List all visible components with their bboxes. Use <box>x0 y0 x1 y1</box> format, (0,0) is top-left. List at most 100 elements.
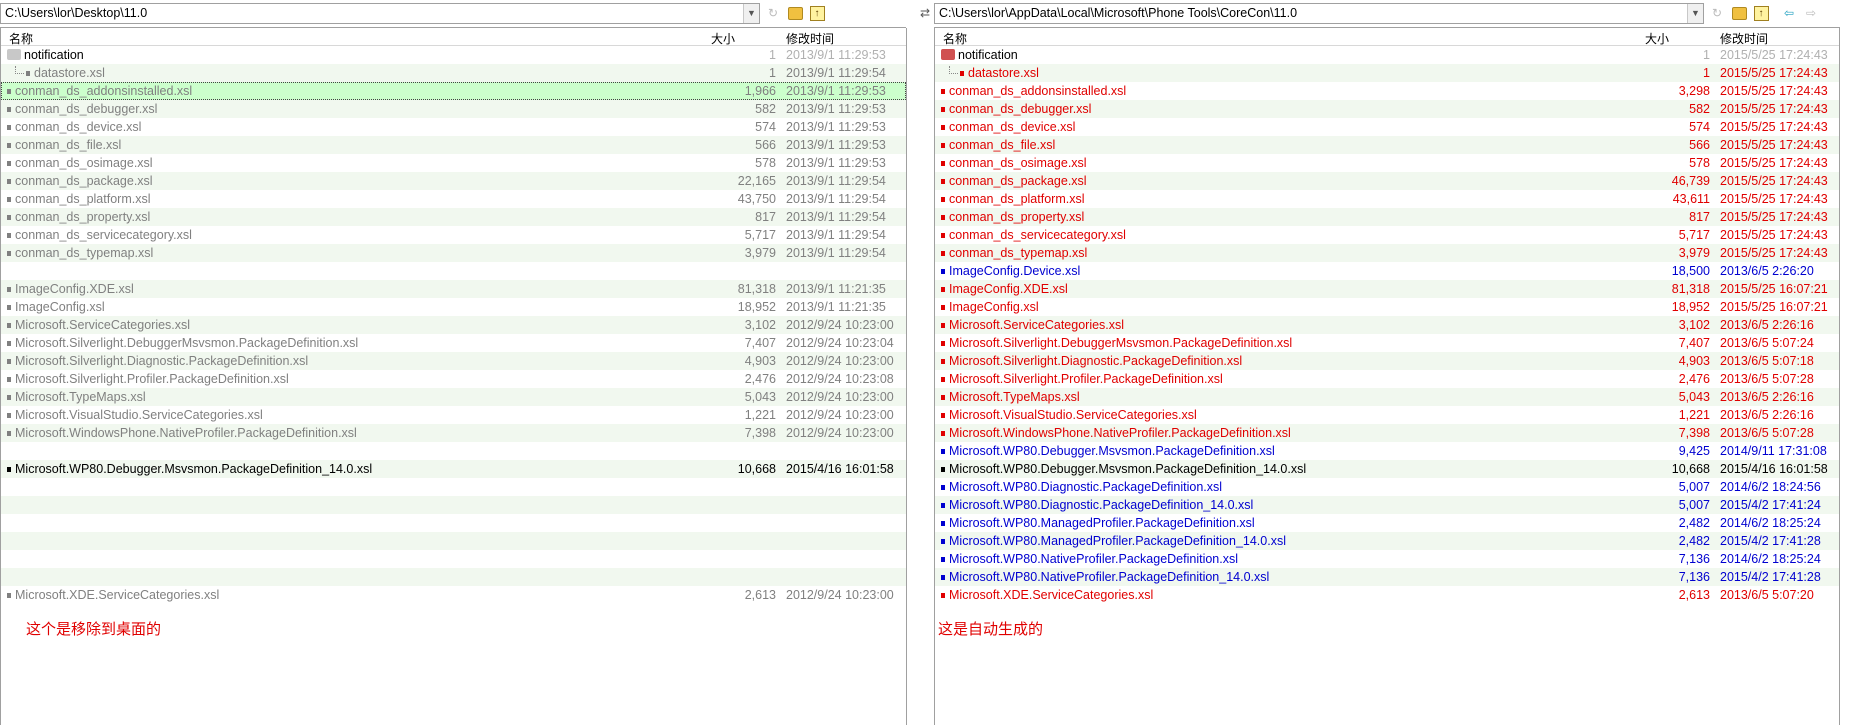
table-row[interactable]: Microsoft.WindowsPhone.NativeProfiler.Pa… <box>1 424 906 442</box>
column-name[interactable]: 名称 <box>943 30 967 47</box>
table-row[interactable]: Microsoft.TypeMaps.xsl 5,043 2013/6/5 2:26… <box>935 388 1840 406</box>
table-row[interactable]: Microsoft.WP80.Debugger.Msvsmon.PackageD… <box>1 460 906 478</box>
table-row[interactable]: Microsoft.WP80.ManagedProfiler.PackageDe… <box>935 514 1840 532</box>
parent-folder-icon[interactable]: ↑ <box>1752 4 1770 22</box>
table-row[interactable]: Microsoft.WP80.Diagnostic.PackageDefinit… <box>935 478 1840 496</box>
right-file-list: notification 1 2015/5/25 17:24:43 datastore… <box>935 46 1840 604</box>
table-row[interactable]: conman_ds_addonsinstalled.xsl 1,966 2013/9… <box>1 82 906 100</box>
file-size: 3,979 <box>1678 246 1710 260</box>
table-row[interactable]: Microsoft.WP80.NativeProfiler.PackageDef… <box>935 568 1840 586</box>
back-arrow-icon[interactable]: ⇦ <box>1780 4 1798 22</box>
chevron-down-icon[interactable]: ▼ <box>743 3 759 23</box>
file-icon <box>941 467 945 472</box>
column-size[interactable]: 大小 <box>1645 30 1669 47</box>
table-row[interactable]: Microsoft.VisualStudio.ServiceCategories… <box>1 406 906 424</box>
file-name: conman_ds_debugger.xsl <box>949 102 1092 116</box>
table-row[interactable]: ImageConfig.xsl 18,952 2013/9/1 11:21:35 <box>1 298 906 316</box>
right-scrollbar[interactable] <box>1839 28 1856 725</box>
table-row[interactable]: conman_ds_package.xsl 22,165 2013/9/1 11:2… <box>1 172 906 190</box>
table-row[interactable]: Microsoft.WP80.ManagedProfiler.PackageDe… <box>935 532 1840 550</box>
table-row[interactable]: conman_ds_osimage.xsl 578 2015/5/25 17:24:… <box>935 154 1840 172</box>
table-row[interactable] <box>1 532 906 550</box>
open-folder-icon[interactable] <box>786 4 804 22</box>
table-row[interactable] <box>1 514 906 532</box>
table-row[interactable] <box>1 568 906 586</box>
refresh-icon[interactable]: ↻ <box>764 4 782 22</box>
table-row[interactable] <box>1 550 906 568</box>
table-row[interactable]: conman_ds_file.xsl 566 2013/9/1 11:29:53 <box>1 136 906 154</box>
swap-sides-icon[interactable]: ⇄ <box>916 4 934 22</box>
table-row[interactable]: ImageConfig.XDE.xsl 81,318 2013/9/1 11:21:… <box>1 280 906 298</box>
column-date[interactable]: 修改时间 <box>786 30 834 47</box>
table-row[interactable]: ImageConfig.Device.xsl 18,500 2013/6/5 2:2… <box>935 262 1840 280</box>
forward-arrow-icon[interactable]: ⇨ <box>1802 4 1820 22</box>
table-row[interactable]: Microsoft.WindowsPhone.NativeProfiler.Pa… <box>935 424 1840 442</box>
table-row[interactable]: conman_ds_package.xsl 46,739 2015/5/25 17:… <box>935 172 1840 190</box>
file-icon <box>7 305 11 310</box>
table-row[interactable]: conman_ds_debugger.xsl 582 2013/9/1 11:29:… <box>1 100 906 118</box>
table-row[interactable]: notification 1 2013/9/1 11:29:53 <box>1 46 906 64</box>
file-icon <box>941 305 945 310</box>
file-icon <box>7 89 11 94</box>
table-row[interactable]: conman_ds_addonsinstalled.xsl 3,298 2015/5… <box>935 82 1840 100</box>
table-row[interactable] <box>1 478 906 496</box>
column-size[interactable]: 大小 <box>711 30 735 47</box>
table-row[interactable] <box>1 496 906 514</box>
table-row[interactable]: Microsoft.WP80.NativeProfiler.PackageDef… <box>935 550 1840 568</box>
table-row[interactable]: Microsoft.WP80.Debugger.Msvsmon.PackageD… <box>935 442 1840 460</box>
file-name-cell: Microsoft.VisualStudio.ServiceCategories… <box>941 408 1197 422</box>
parent-folder-icon[interactable]: ↑ <box>808 4 826 22</box>
file-name: notification <box>24 48 84 62</box>
right-path-input[interactable]: C:\Users\lor\AppData\Local\Microsoft\Pho… <box>934 2 1704 24</box>
table-row[interactable]: conman_ds_platform.xsl 43,750 2013/9/1 11:… <box>1 190 906 208</box>
table-row[interactable]: Microsoft.Silverlight.DebuggerMsvsmon.Pa… <box>1 334 906 352</box>
table-row[interactable]: Microsoft.VisualStudio.ServiceCategories… <box>935 406 1840 424</box>
table-row[interactable]: Microsoft.ServiceCategories.xsl 3,102 2012… <box>1 316 906 334</box>
table-row[interactable]: conman_ds_device.xsl 574 2015/5/25 17:24:4… <box>935 118 1840 136</box>
left-path-input[interactable]: C:\Users\lor\Desktop\11.0 ▼ <box>0 2 760 24</box>
file-name: Microsoft.WindowsPhone.NativeProfiler.Pa… <box>15 426 357 440</box>
table-row[interactable]: conman_ds_file.xsl 566 2015/5/25 17:24:43 <box>935 136 1840 154</box>
table-row[interactable]: datastore.xsl 1 2013/9/1 11:29:54 <box>1 64 906 82</box>
table-row[interactable]: conman_ds_property.xsl 817 2015/5/25 17:24… <box>935 208 1840 226</box>
file-size: 18,952 <box>1671 300 1710 314</box>
table-row[interactable]: Microsoft.ServiceCategories.xsl 3,102 2013… <box>935 316 1840 334</box>
table-row[interactable] <box>1 262 906 280</box>
table-row[interactable]: Microsoft.Silverlight.Profiler.PackageDe… <box>935 370 1840 388</box>
table-row[interactable]: conman_ds_osimage.xsl 578 2013/9/1 11:29:5… <box>1 154 906 172</box>
table-row[interactable]: ImageConfig.XDE.xsl 81,318 2015/5/25 16:07… <box>935 280 1840 298</box>
table-row[interactable] <box>1 442 906 460</box>
table-row[interactable]: ImageConfig.xsl 18,952 2015/5/25 16:07:21 <box>935 298 1840 316</box>
file-name: conman_ds_device.xsl <box>949 120 1076 134</box>
table-row[interactable]: conman_ds_typemap.xsl 3,979 2013/9/1 11:29… <box>1 244 906 262</box>
chevron-down-icon[interactable]: ▼ <box>1687 3 1703 23</box>
table-row[interactable]: Microsoft.XDE.ServiceCategories.xsl 2,613… <box>1 586 906 604</box>
table-row[interactable]: Microsoft.WP80.Debugger.Msvsmon.PackageD… <box>935 460 1840 478</box>
file-name: Microsoft.WP80.Debugger.Msvsmon.PackageD… <box>15 462 373 476</box>
table-row[interactable]: datastore.xsl 1 2015/5/25 17:24:43 <box>935 64 1840 82</box>
table-row[interactable]: Microsoft.WP80.Diagnostic.PackageDefinit… <box>935 496 1840 514</box>
table-row[interactable]: notification 1 2015/5/25 17:24:43 <box>935 46 1840 64</box>
table-row[interactable]: conman_ds_platform.xsl 43,611 2015/5/25 17… <box>935 190 1840 208</box>
table-row[interactable]: conman_ds_servicecategory.xsl 5,717 2013/9… <box>1 226 906 244</box>
file-size: 2,613 <box>1678 588 1710 602</box>
table-row[interactable]: conman_ds_typemap.xsl 3,979 2015/5/25 17:2… <box>935 244 1840 262</box>
left-scrollbar[interactable] <box>906 28 910 725</box>
table-row[interactable]: Microsoft.Silverlight.Diagnostic.Package… <box>1 352 906 370</box>
table-row[interactable]: conman_ds_device.xsl 574 2013/9/1 11:29:53 <box>1 118 906 136</box>
file-name-cell: conman_ds_device.xsl <box>941 120 1075 134</box>
table-row[interactable]: Microsoft.Silverlight.Diagnostic.Package… <box>935 352 1840 370</box>
table-row[interactable]: Microsoft.TypeMaps.xsl 5,043 2012/9/24 10:… <box>1 388 906 406</box>
open-folder-icon[interactable] <box>1730 4 1748 22</box>
file-size: 81,318 <box>737 282 776 296</box>
table-row[interactable]: conman_ds_servicecategory.xsl 5,717 2015/5… <box>935 226 1840 244</box>
column-date[interactable]: 修改时间 <box>1720 30 1768 47</box>
table-row[interactable]: Microsoft.Silverlight.Profiler.PackageDe… <box>1 370 906 388</box>
column-name[interactable]: 名称 <box>9 30 33 47</box>
refresh-icon[interactable]: ↻ <box>1708 4 1726 22</box>
table-row[interactable]: conman_ds_debugger.xsl 582 2015/5/25 17:24… <box>935 100 1840 118</box>
table-row[interactable]: Microsoft.XDE.ServiceCategories.xsl 2,613… <box>935 586 1840 604</box>
file-size: 5,043 <box>1678 390 1710 404</box>
table-row[interactable]: Microsoft.Silverlight.DebuggerMsvsmon.Pa… <box>935 334 1840 352</box>
table-row[interactable]: conman_ds_property.xsl 817 2013/9/1 11:29:… <box>1 208 906 226</box>
